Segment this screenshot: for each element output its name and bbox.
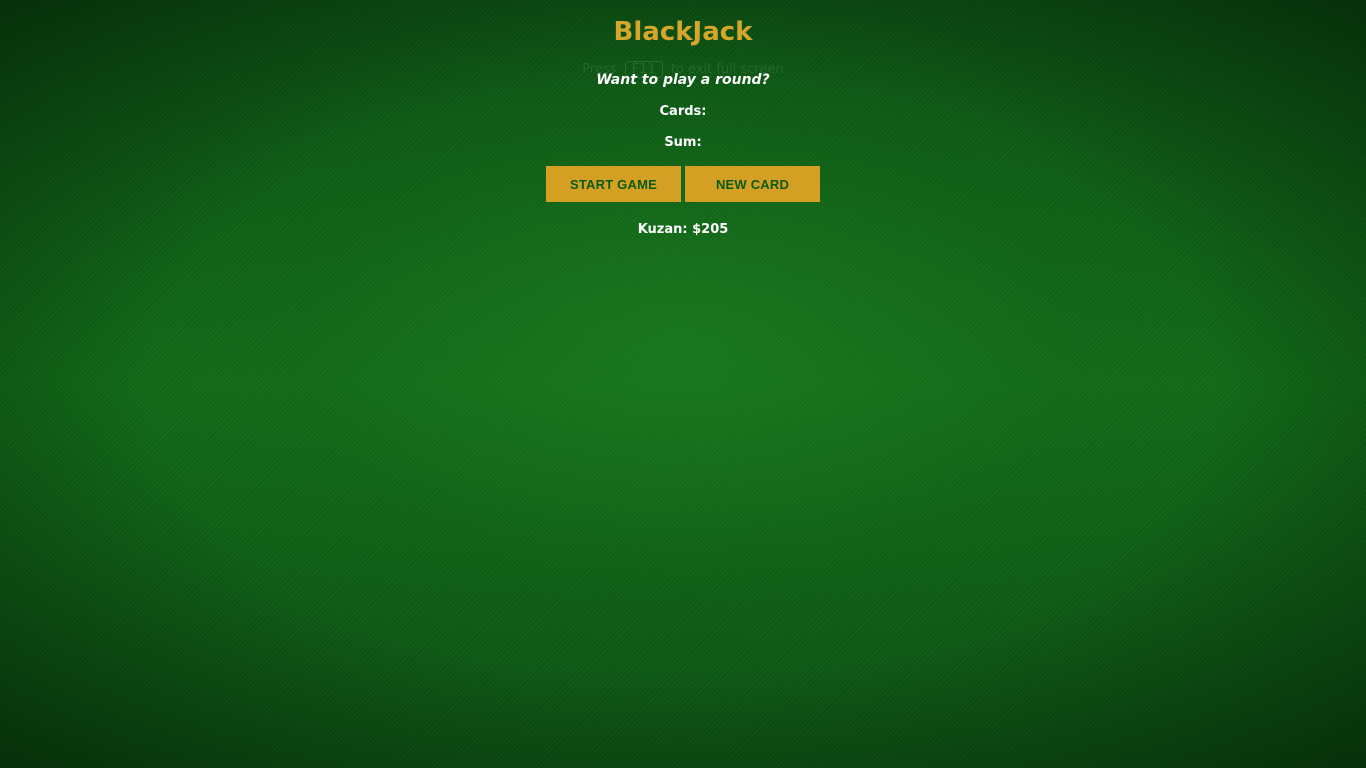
cards-display: Cards: — [659, 104, 707, 119]
sum-display: Sum: — [664, 135, 702, 150]
player-balance: Kuzan: $205 — [637, 222, 729, 237]
start-game-button[interactable]: START GAME — [546, 166, 681, 202]
game-message: Want to play a round? — [596, 72, 770, 88]
page-title: BlackJack — [613, 17, 753, 47]
game-controls: START GAME NEW CARD — [546, 166, 820, 202]
new-card-button[interactable]: NEW CARD — [685, 166, 820, 202]
